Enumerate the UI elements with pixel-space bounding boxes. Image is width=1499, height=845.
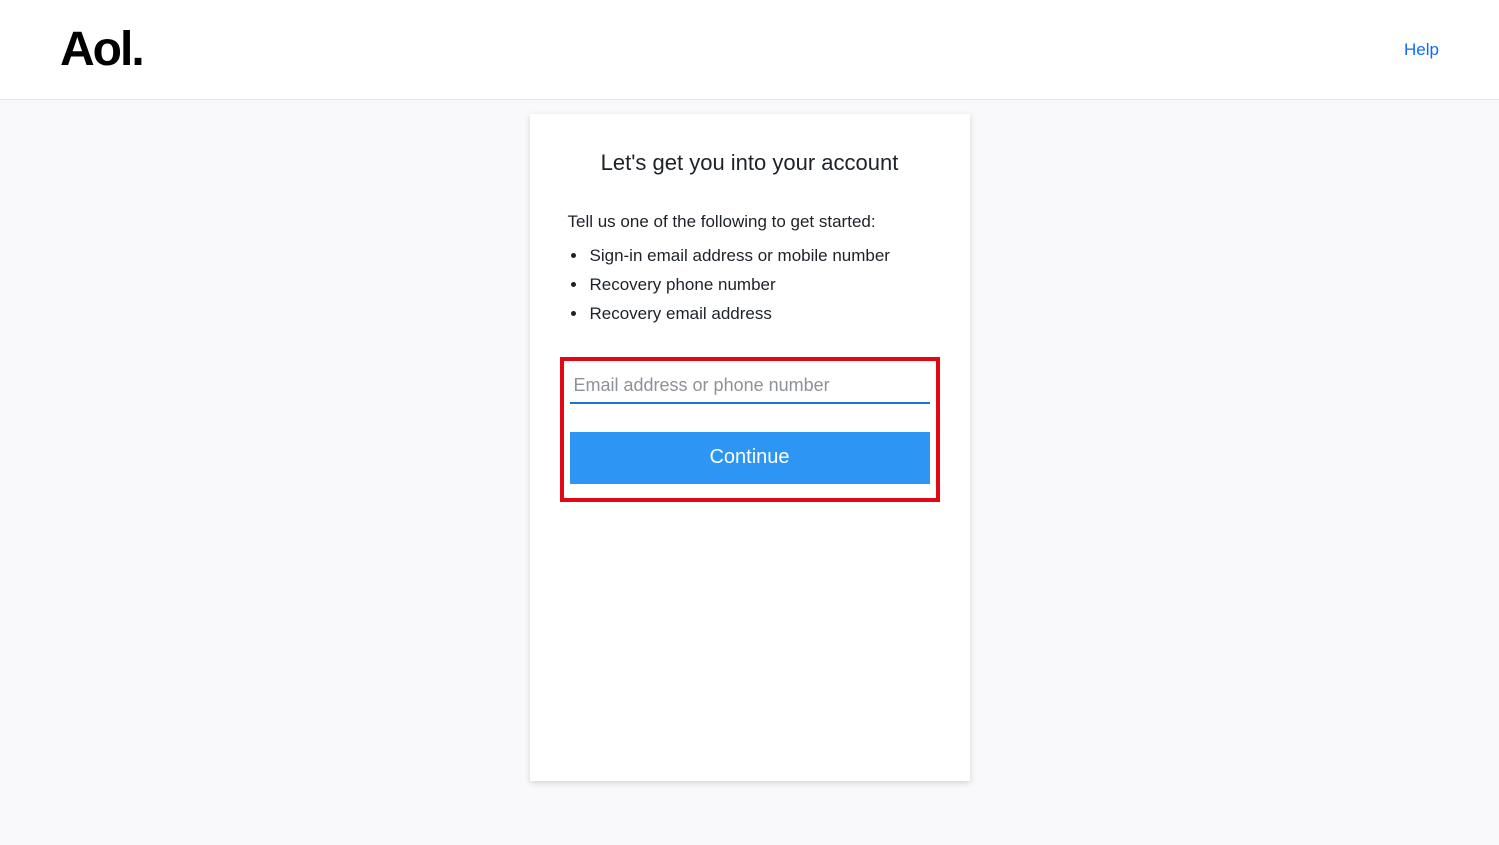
list-item: Sign-in email address or mobile number xyxy=(588,242,930,271)
list-item: Recovery email address xyxy=(588,300,930,329)
card-subtitle: Tell us one of the following to get star… xyxy=(568,212,930,232)
account-recovery-card: Let's get you into your account Tell us … xyxy=(530,114,970,781)
main-content: Let's get you into your account Tell us … xyxy=(0,100,1499,781)
header: Aol. Help xyxy=(0,0,1499,100)
logo-text: Aol. xyxy=(60,22,143,77)
email-phone-input[interactable] xyxy=(570,367,930,404)
list-item: Recovery phone number xyxy=(588,271,930,300)
continue-button[interactable]: Continue xyxy=(570,432,930,484)
aol-logo: Aol. xyxy=(60,22,143,77)
highlight-box: Continue xyxy=(560,357,940,502)
card-title: Let's get you into your account xyxy=(570,150,930,176)
bullet-list: Sign-in email address or mobile number R… xyxy=(588,242,930,329)
help-link[interactable]: Help xyxy=(1404,40,1439,60)
